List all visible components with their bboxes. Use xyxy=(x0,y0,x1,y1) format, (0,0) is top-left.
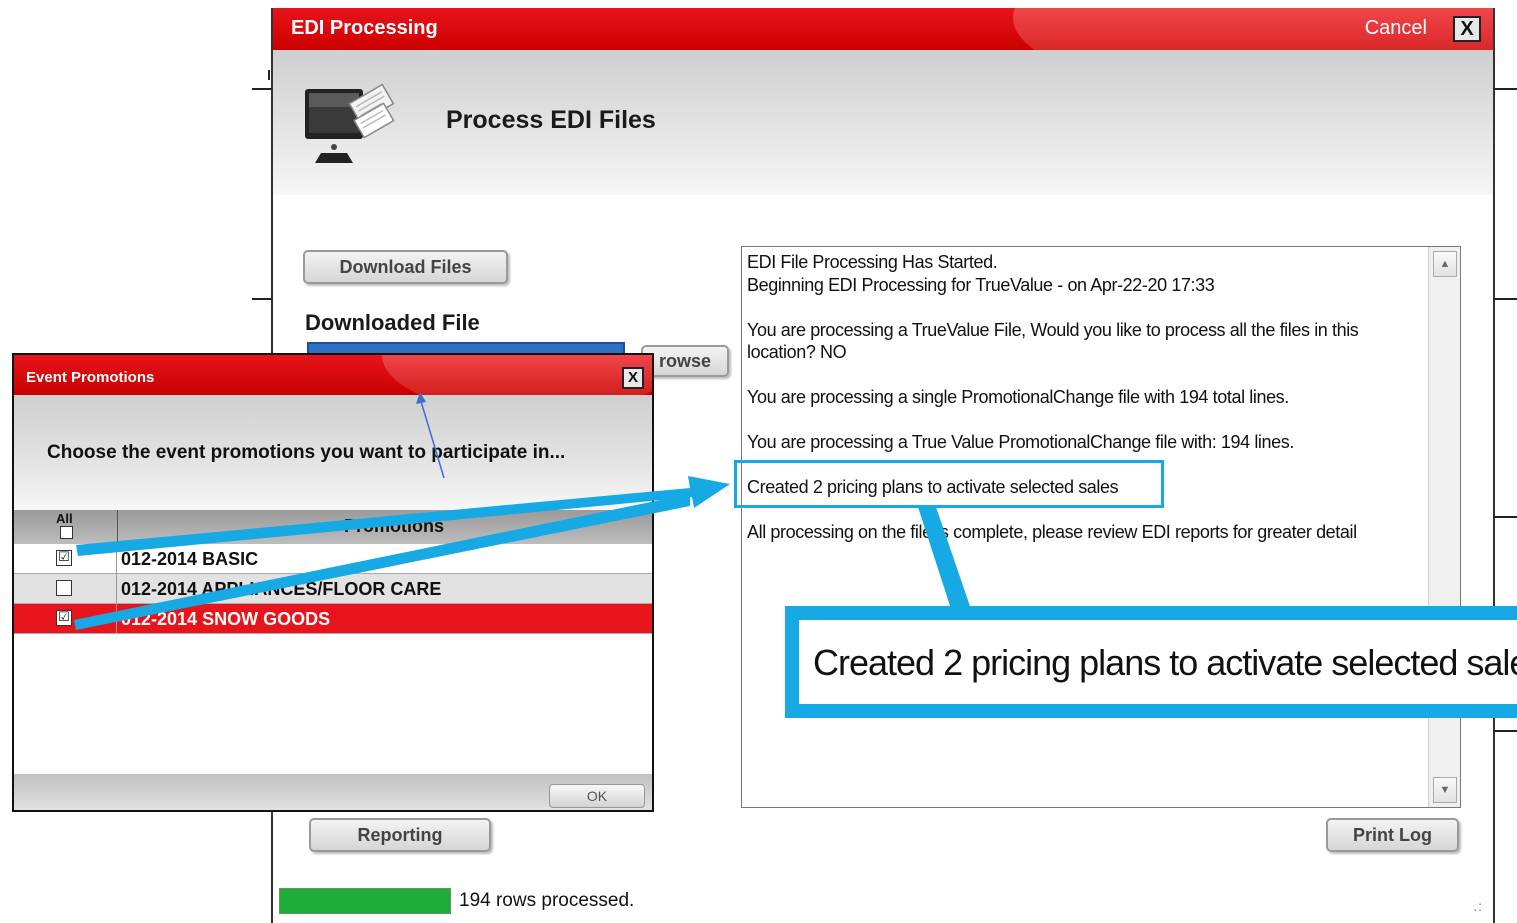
background-edge xyxy=(268,70,270,80)
row-checkbox[interactable]: ☑ xyxy=(56,550,72,566)
event-dialog-title: Event Promotions xyxy=(26,369,155,386)
scroll-down-icon[interactable]: ▼ xyxy=(1433,777,1457,803)
log-text: EDI File Processing Has Started. Beginni… xyxy=(747,251,1427,566)
event-prompt: Choose the event promotions you want to … xyxy=(47,442,566,463)
progress-status: 194 rows processed. xyxy=(459,890,635,911)
row-checkbox[interactable]: ☑ xyxy=(56,610,72,626)
page-title: Process EDI Files xyxy=(446,106,656,134)
log-panel[interactable]: EDI File Processing Has Started. Beginni… xyxy=(741,246,1461,808)
downloaded-file-label: Downloaded File xyxy=(305,310,480,335)
browse-button[interactable]: rowse xyxy=(641,345,729,377)
callout-text: Created 2 pricing plans to activate sele… xyxy=(813,642,1517,683)
log-line: You are processing a single PromotionalC… xyxy=(747,387,1289,407)
cancel-link[interactable]: Cancel xyxy=(1365,17,1427,40)
scroll-up-icon[interactable]: ▲ xyxy=(1433,251,1457,277)
checkbox-cell: ☑ xyxy=(14,544,117,573)
background-edge xyxy=(1493,88,1517,90)
log-highlight-box xyxy=(734,460,1164,508)
computer-icon xyxy=(305,83,395,163)
background-edge xyxy=(252,298,272,300)
log-line: All processing on the file is complete, … xyxy=(747,522,1357,542)
progress-bar xyxy=(279,888,451,914)
row-checkbox[interactable] xyxy=(56,580,72,596)
ok-button[interactable]: OK xyxy=(549,784,645,808)
checkbox-cell xyxy=(14,574,117,603)
promotion-row[interactable]: 012-2014 APPLIANCES/FLOOR CARE xyxy=(14,574,652,604)
event-header: Choose the event promotions you want to … xyxy=(14,395,652,510)
reporting-button[interactable]: Reporting xyxy=(309,818,491,852)
promotions-column-header: Promotions xyxy=(344,516,445,536)
grid-empty-area xyxy=(14,634,652,774)
checkbox-cell: ☑ xyxy=(14,604,117,633)
resize-grip-icon[interactable]: .: xyxy=(1473,898,1483,914)
print-log-button[interactable]: Print Log xyxy=(1326,818,1459,852)
log-line: EDI File Processing Has Started. Beginni… xyxy=(747,252,1215,295)
all-column-header: All xyxy=(14,510,118,544)
log-line: You are processing a True Value Promotio… xyxy=(747,432,1294,452)
promotion-row-selected[interactable]: ☑ 012-2014 SNOW GOODS xyxy=(14,604,652,634)
title-bar-highlight xyxy=(382,355,652,395)
promotion-name: 012-2014 BASIC xyxy=(121,549,259,569)
close-icon[interactable]: X xyxy=(1453,16,1481,42)
event-title-bar: Event Promotions X xyxy=(14,355,652,395)
event-footer: OK xyxy=(14,774,652,810)
background-edge xyxy=(252,88,272,90)
close-icon[interactable]: X xyxy=(622,367,644,389)
header-band: Process EDI Files xyxy=(273,50,1493,195)
background-edge xyxy=(1493,516,1517,518)
promotion-name: 012-2014 SNOW GOODS xyxy=(121,609,331,629)
background-edge xyxy=(1493,298,1517,300)
title-bar: EDI Processing Cancel X xyxy=(273,8,1493,50)
event-promotions-dialog: Event Promotions X Choose the event prom… xyxy=(12,353,654,812)
promotion-row[interactable]: ☑ 012-2014 BASIC xyxy=(14,544,652,574)
callout-box: Created 2 pricing plans to activate sele… xyxy=(785,606,1517,718)
log-line: You are processing a TrueValue File, Wou… xyxy=(747,319,1359,363)
log-scrollbar[interactable]: ▲ ▼ xyxy=(1428,247,1460,807)
promotion-name: 012-2014 APPLIANCES/FLOOR CARE xyxy=(121,579,442,599)
select-all-checkbox[interactable] xyxy=(60,526,73,539)
all-label: All xyxy=(56,511,73,526)
window-title: EDI Processing xyxy=(291,17,438,39)
grid-header: All Promotions xyxy=(14,510,652,544)
download-files-button[interactable]: Download Files xyxy=(303,250,508,284)
background-edge xyxy=(1493,730,1517,732)
